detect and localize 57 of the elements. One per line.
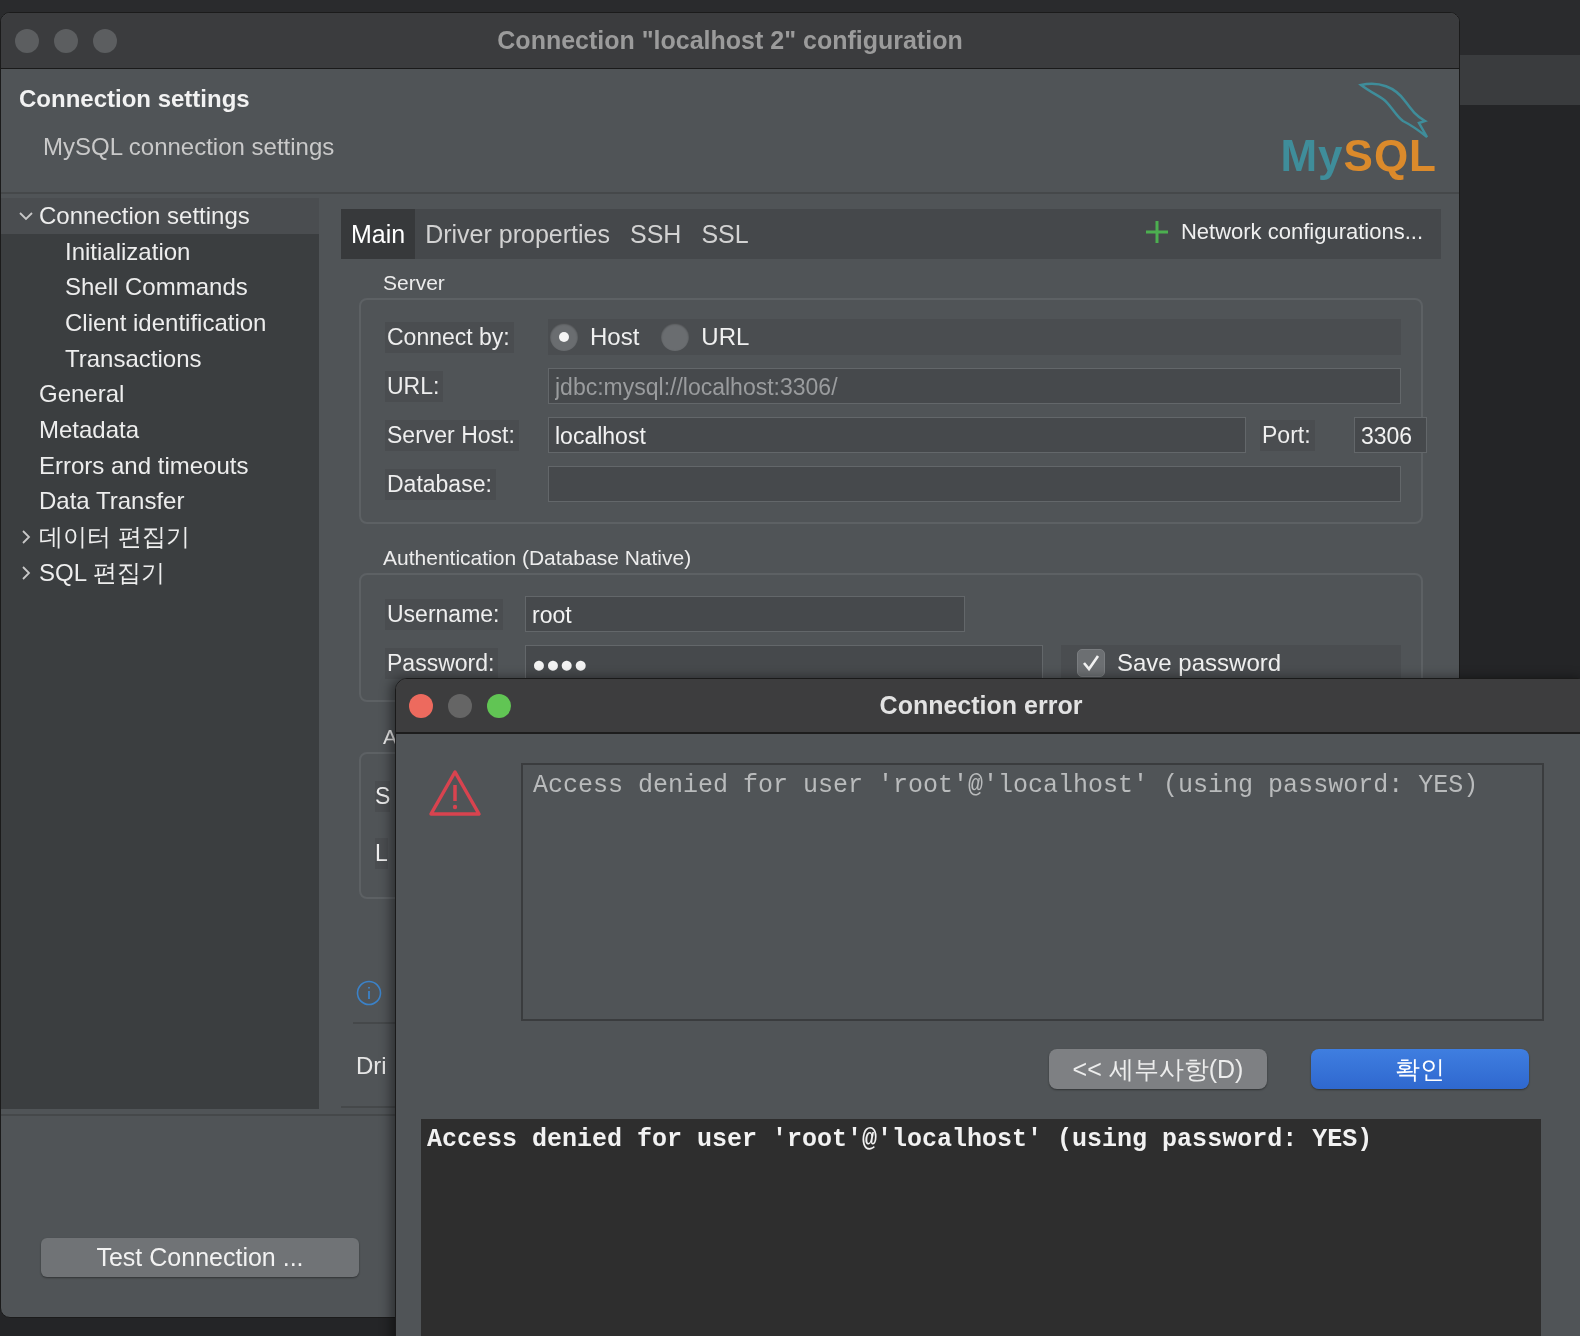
- driver-label: Dri: [356, 1052, 387, 1080]
- radio-option[interactable]: URL: [661, 323, 750, 351]
- tree-item[interactable]: Transactions: [1, 340, 319, 377]
- field-label: Password:: [385, 647, 499, 679]
- error-details: Access denied for user 'root'@'localhost' (using password: YES): [421, 1119, 1541, 1336]
- tree-item[interactable]: Data Transfer: [1, 483, 319, 520]
- host-field[interactable]: localhost: [548, 417, 1246, 453]
- radio-option[interactable]: Host: [550, 323, 640, 351]
- page-title: Connection settings: [19, 85, 251, 113]
- tree-item[interactable]: Connection settings: [1, 198, 319, 234]
- test-connection-button[interactable]: Test Connection ...: [41, 1238, 359, 1277]
- tab[interactable]: SSL: [691, 209, 759, 259]
- check-icon: [1081, 653, 1101, 673]
- group-title: Authentication (Database Native): [382, 546, 693, 570]
- tree-item[interactable]: Client identification: [1, 305, 319, 341]
- field-label: Database:: [385, 468, 496, 500]
- port-field[interactable]: 3306: [1354, 417, 1427, 453]
- username-field[interactable]: root: [525, 596, 965, 632]
- field-label: Username:: [385, 598, 504, 630]
- network-configurations-button[interactable]: Network configurations...: [1144, 209, 1441, 259]
- tab[interactable]: SSH: [619, 209, 692, 259]
- tree-item[interactable]: Errors and timeouts: [1, 447, 319, 484]
- field-label: L: [375, 837, 388, 869]
- tree-item[interactable]: Shell Commands: [1, 269, 319, 306]
- database-field[interactable]: [548, 466, 1401, 502]
- checkbox-label: Save password: [1117, 649, 1282, 677]
- dialog-title: Connection error: [879, 691, 1083, 720]
- field-label: Port:: [1260, 419, 1315, 451]
- close-button[interactable]: [409, 693, 433, 718]
- tree-item[interactable]: 데이터 편집기: [1, 519, 319, 555]
- mysql-logo: MySQL: [1280, 79, 1437, 181]
- zoom-button[interactable]: [487, 693, 511, 718]
- tab[interactable]: Driver properties: [415, 209, 620, 259]
- field-label: S: [375, 780, 391, 812]
- tree-item[interactable]: SQL 편집기: [1, 554, 319, 591]
- radio-button[interactable]: [550, 323, 578, 351]
- tree-item[interactable]: General: [1, 376, 319, 413]
- tree-item[interactable]: Initialization: [1, 233, 319, 270]
- window-title: Connection "localhost 2" configuration: [497, 26, 963, 55]
- password-field[interactable]: ●●●●: [525, 645, 1043, 681]
- ok-button[interactable]: 확인: [1311, 1049, 1529, 1089]
- info-icon: [356, 980, 382, 1006]
- checkbox[interactable]: [1077, 649, 1105, 677]
- tree-item[interactable]: Metadata: [1, 412, 319, 448]
- chevron-icon[interactable]: [19, 530, 33, 545]
- group-title: Server: [382, 271, 446, 295]
- page-subtitle: MySQL connection settings: [43, 133, 335, 161]
- error-message: Access denied for user 'root'@'localhost' (using password: YES): [521, 763, 1544, 1021]
- field-label: Connect by:: [385, 321, 514, 353]
- radio-button[interactable]: [661, 323, 690, 351]
- field-label: Server Host:: [385, 419, 519, 451]
- warning-icon: [428, 769, 482, 817]
- tab[interactable]: Main: [341, 209, 416, 259]
- minimize-button[interactable]: [448, 693, 472, 718]
- field-label: URL:: [385, 370, 444, 402]
- plus-icon: [1144, 220, 1169, 244]
- chevron-icon[interactable]: [19, 565, 33, 580]
